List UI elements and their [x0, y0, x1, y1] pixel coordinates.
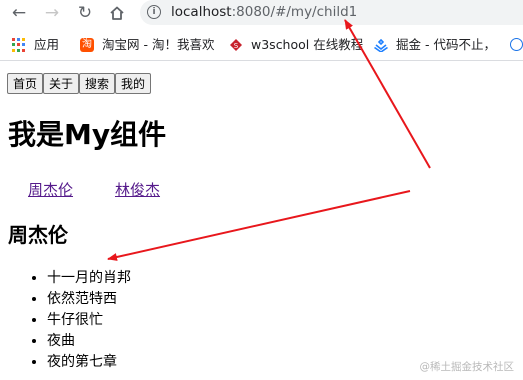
reload-icon: ↻: [77, 3, 93, 23]
taobao-icon: 淘: [80, 38, 94, 52]
child-title: 周杰伦: [8, 223, 68, 247]
list-item: 十一月的肖邦: [47, 268, 131, 289]
forward-button[interactable]: →: [41, 3, 63, 23]
globe-icon: [510, 38, 523, 51]
browser-toolbar: ← → ↻ i localhost:8080/#/my/child1: [0, 0, 523, 27]
arrow-left-icon: ←: [11, 3, 27, 23]
url-host: localhost: [171, 4, 232, 20]
svg-text:S: S: [234, 42, 239, 50]
list-item: 夜曲: [47, 331, 131, 352]
back-button[interactable]: ←: [8, 3, 30, 23]
bookmark-label: w3school 在线教程: [251, 37, 364, 52]
main-nav: 首页 关于 搜索 我的: [7, 73, 152, 94]
child-link-jay[interactable]: 周杰伦: [28, 179, 73, 200]
home-button[interactable]: [106, 3, 128, 23]
page-content: 首页 关于 搜索 我的 我是My组件 周杰伦 林俊杰 周杰伦 十一月的肖邦 依然…: [0, 61, 523, 380]
list-item: 夜的第七章: [47, 352, 131, 373]
bookmarks-bar: 应用 淘 淘宝网 - 淘！我喜欢 S w3school 在线教程 掘金 - 代码…: [0, 27, 523, 61]
juejin-icon: [374, 38, 388, 52]
w3school-icon: S: [230, 39, 242, 51]
home-icon: [110, 6, 124, 20]
bookmark-label: 淘宝网 - 淘！我喜欢: [102, 37, 215, 52]
bookmark-label: 应用: [34, 37, 60, 52]
child-link-jj[interactable]: 林俊杰: [115, 179, 160, 200]
apps-grid-icon: [12, 38, 26, 52]
url-text[interactable]: localhost:8080/#/my/child1: [171, 0, 357, 25]
nav-button-my[interactable]: 我的: [115, 73, 152, 94]
info-icon[interactable]: i: [147, 5, 161, 19]
address-bar[interactable]: i localhost:8080/#/my/child1: [140, 0, 523, 25]
bookmark-label: 掘金 - 代码不止，: [396, 37, 496, 52]
watermark: @稀土掘金技术社区: [419, 361, 515, 373]
list-item: 依然范特西: [47, 289, 131, 310]
arrow-right-icon: →: [44, 3, 60, 23]
page-title: 我是My组件: [8, 118, 167, 151]
song-list: 十一月的肖邦 依然范特西 牛仔很忙 夜曲 夜的第七章: [0, 268, 131, 373]
nav-button-home[interactable]: 首页: [7, 73, 44, 94]
nav-button-search[interactable]: 搜索: [79, 73, 116, 94]
nav-button-about[interactable]: 关于: [43, 73, 80, 94]
reload-button[interactable]: ↻: [74, 3, 96, 23]
list-item: 牛仔很忙: [47, 310, 131, 331]
url-path: :8080/#/my/child1: [231, 4, 358, 20]
